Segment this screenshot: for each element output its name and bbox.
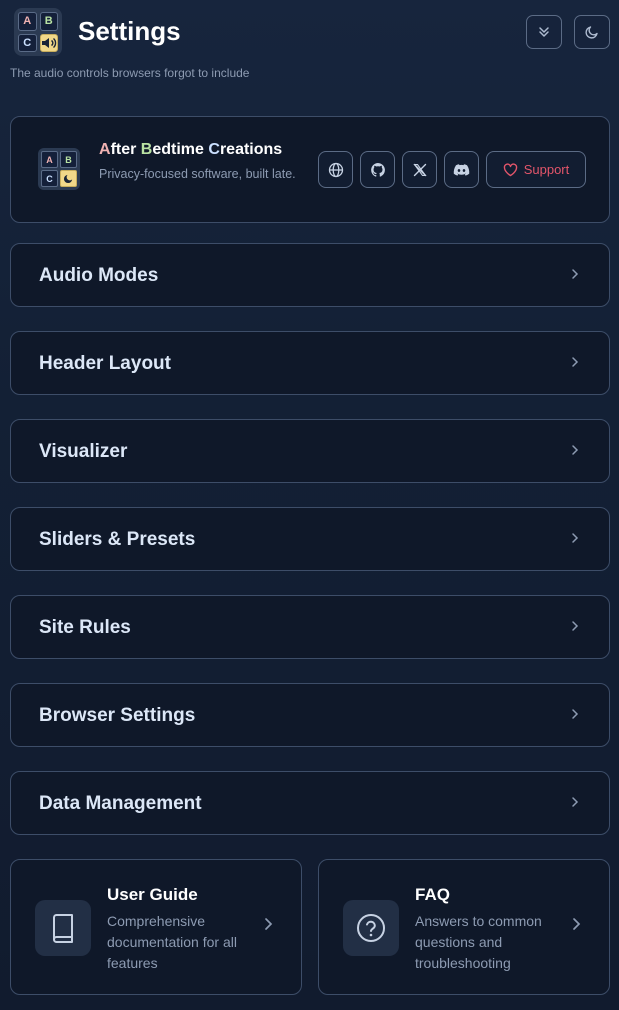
brand-logo-cell-c: C	[41, 170, 58, 187]
section-site-rules[interactable]: Site Rules	[10, 595, 610, 659]
moon-logo-icon	[60, 170, 77, 187]
github-icon	[370, 162, 385, 177]
section-title: Sliders & Presets	[39, 529, 196, 550]
theme-toggle-button[interactable]	[574, 15, 610, 49]
logo-cell-c: C	[18, 33, 37, 52]
section-title: Browser Settings	[39, 705, 196, 726]
brand-logo: A B C	[38, 148, 80, 190]
page-header: A B C Settings The audio controls browse…	[10, 8, 610, 88]
chevrons-down-icon	[539, 27, 549, 37]
support-label: Support	[523, 162, 570, 177]
brand-description: Privacy-focused software, built late.	[99, 167, 296, 181]
globe-icon	[328, 162, 343, 177]
support-button[interactable]: Support	[486, 151, 586, 188]
app-logo: A B C	[14, 8, 62, 56]
user-guide-title: User Guide	[107, 885, 198, 904]
section-sliders-presets[interactable]: Sliders & Presets	[10, 507, 610, 571]
section-data-management[interactable]: Data Management	[10, 771, 610, 835]
brand-name-initial-a: A	[99, 141, 111, 158]
speaker-icon	[39, 33, 58, 52]
chevron-right-icon	[572, 709, 579, 719]
user-guide-description: Comprehensive documentation for all feat…	[107, 913, 237, 971]
logo-cell-a: A	[18, 12, 37, 31]
chevron-right-icon	[265, 918, 273, 930]
github-link-button[interactable]	[360, 151, 395, 188]
heart-icon	[503, 162, 517, 176]
chevron-right-icon	[573, 918, 581, 930]
logo-cell-b: B	[39, 12, 58, 31]
moon-icon	[585, 26, 598, 39]
section-title: Visualizer	[39, 441, 128, 462]
discord-icon	[453, 163, 470, 176]
section-browser-settings[interactable]: Browser Settings	[10, 683, 610, 747]
page-subtitle: The audio controls browsers forgot to in…	[10, 66, 250, 80]
section-visualizer[interactable]: Visualizer	[10, 419, 610, 483]
brand-logo-cell-b: B	[60, 151, 77, 168]
brand-name-part: reations	[219, 141, 283, 158]
chevron-right-icon	[572, 269, 579, 279]
chevron-right-icon	[572, 621, 579, 631]
x-link-button[interactable]	[402, 151, 437, 188]
website-link-button[interactable]	[318, 151, 353, 188]
brand-name-part: fter	[110, 141, 141, 158]
chevron-right-icon	[572, 357, 579, 367]
brand-name-initial-b: B	[140, 141, 153, 158]
brand-name-initial-c: C	[208, 141, 220, 158]
help-circle-icon	[343, 900, 399, 956]
brand-logo-cell-a: A	[41, 151, 58, 168]
section-title: Site Rules	[39, 617, 131, 638]
section-title: Audio Modes	[39, 265, 159, 286]
book-icon	[35, 900, 91, 956]
faq-title: FAQ	[415, 885, 450, 904]
brand-name: After Bedtime Creations	[99, 141, 282, 159]
chevron-right-icon	[572, 533, 579, 543]
x-icon	[412, 163, 427, 176]
chevron-right-icon	[572, 445, 579, 455]
faq-card[interactable]: FAQ Answers to common questions and trou…	[318, 859, 610, 995]
discord-link-button[interactable]	[444, 151, 479, 188]
faq-description: Answers to common questions and troubles…	[415, 913, 542, 971]
section-title: Header Layout	[39, 353, 171, 374]
brand-name-part: edtime	[152, 141, 209, 158]
section-title: Data Management	[39, 793, 202, 814]
chevron-right-icon	[572, 797, 579, 807]
section-header-layout[interactable]: Header Layout	[10, 331, 610, 395]
section-audio-modes[interactable]: Audio Modes	[10, 243, 610, 307]
page-title: Settings	[78, 16, 181, 46]
brand-card: A B C After Bedtime Creations Privacy-fo…	[10, 116, 610, 223]
user-guide-card[interactable]: User Guide Comprehensive documentation f…	[10, 859, 302, 995]
collapse-all-button[interactable]	[526, 15, 562, 49]
